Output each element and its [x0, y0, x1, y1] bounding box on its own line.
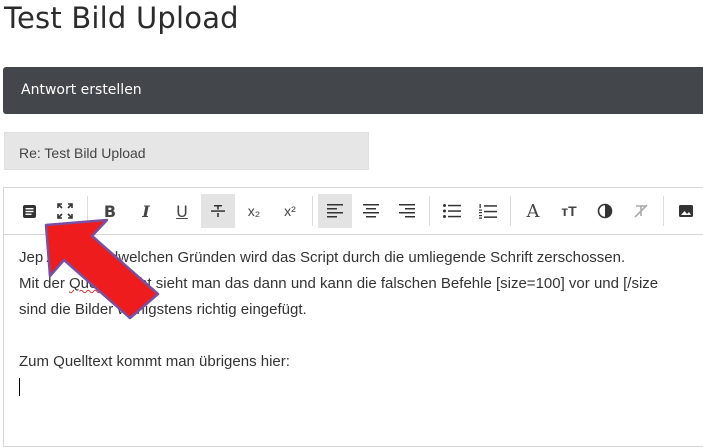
- editor-text: sieht man das dann und kann die falschen…: [151, 275, 659, 292]
- text-cursor: [19, 378, 20, 396]
- clear-format-button[interactable]: [624, 194, 658, 228]
- bullet-list-button[interactable]: [435, 194, 469, 228]
- subscript-icon: x₂: [247, 203, 261, 219]
- align-right-button[interactable]: [390, 194, 424, 228]
- underline-icon: U: [176, 201, 188, 221]
- clear-format-icon: [634, 204, 648, 218]
- font-size-button[interactable]: тT: [552, 194, 586, 228]
- strikethrough-icon: [211, 205, 225, 217]
- toolbar-separator: [312, 196, 313, 226]
- editor-text: Aus irgendwelchen Gründen wird das Scrip…: [43, 249, 626, 266]
- reply-header-label: Antwort erstellen: [21, 82, 142, 98]
- editor-empty-line: [19, 323, 703, 349]
- toolbar-separator: [87, 196, 88, 226]
- font-size-icon: тT: [561, 203, 577, 219]
- font-icon: A: [526, 200, 540, 222]
- font-button[interactable]: A: [516, 194, 550, 228]
- strikethrough-button[interactable]: [201, 194, 235, 228]
- source-view-button[interactable]: [12, 194, 46, 228]
- align-right-icon: [399, 204, 415, 218]
- image-icon: [679, 205, 693, 217]
- editor-content[interactable]: Jep Aus irgendwelchen Gründen wird das S…: [19, 245, 703, 396]
- editor-text: Mit der: [19, 275, 70, 292]
- fullscreen-button[interactable]: [48, 194, 82, 228]
- underline-button[interactable]: U: [165, 194, 199, 228]
- bold-icon: B: [103, 201, 117, 221]
- align-left-button[interactable]: [318, 194, 352, 228]
- align-center-button[interactable]: [354, 194, 388, 228]
- fullscreen-icon: [57, 203, 73, 219]
- editor-line: Jep Aus irgendwelchen Gründen wird das S…: [19, 245, 703, 271]
- color-button[interactable]: [588, 194, 622, 228]
- superscript-icon: x²: [284, 203, 296, 219]
- toolbar-separator: [429, 196, 430, 226]
- editor-line: Zum Quelltext kommt man übrigens hier:: [19, 353, 290, 370]
- subject-input[interactable]: Re: Test Bild Upload: [4, 132, 369, 170]
- editor-line: sind die Bilder wenigstens richtig einge…: [19, 301, 307, 318]
- page-title: Test Bild Upload: [4, 1, 239, 35]
- misspelled-word: Quellansicht: [69, 275, 152, 292]
- reply-header: Antwort erstellen: [3, 67, 703, 114]
- numbered-list-icon: [479, 203, 497, 219]
- italic-button[interactable]: I: [129, 194, 163, 228]
- subscript-button[interactable]: x₂: [237, 194, 271, 228]
- bold-button[interactable]: B: [93, 194, 127, 228]
- editor-line: Mit der Quellansicht sieht man das dann …: [19, 271, 703, 297]
- editor-toolbar: B I U x₂ x² A тT: [4, 188, 703, 235]
- source-icon: [22, 204, 36, 218]
- align-left-icon: [327, 204, 343, 218]
- italic-icon: I: [142, 201, 150, 221]
- numbered-list-button[interactable]: [471, 194, 505, 228]
- toolbar-separator: [663, 196, 664, 226]
- superscript-button[interactable]: x²: [273, 194, 307, 228]
- image-button[interactable]: [669, 194, 703, 228]
- bullet-list-icon: [443, 204, 461, 218]
- align-center-icon: [363, 204, 379, 218]
- editor-text: Jep: [19, 249, 44, 266]
- toolbar-separator: [510, 196, 511, 226]
- contrast-icon: [597, 203, 613, 219]
